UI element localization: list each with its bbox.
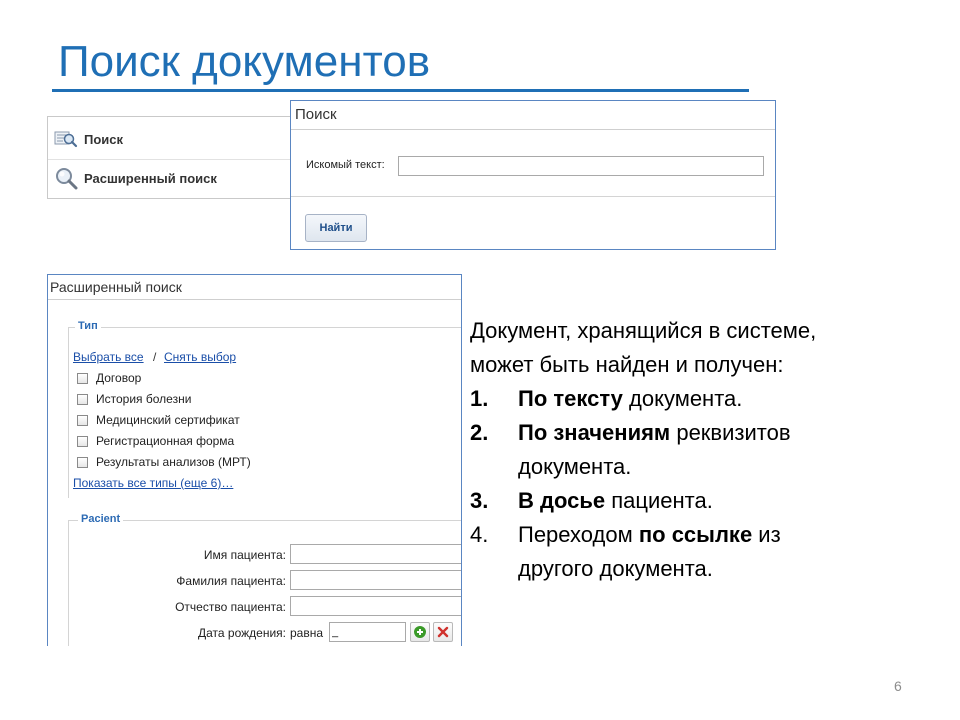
remove-date-button[interactable] <box>433 622 453 642</box>
checkbox[interactable] <box>77 414 88 426</box>
info-text: Документ, хранящийся в системе, может бы… <box>470 314 940 586</box>
search-text-label: Искомый текст: <box>306 159 385 171</box>
list-rest: из <box>752 522 781 547</box>
type-option-label: Договор <box>96 371 142 385</box>
search-text-input[interactable] <box>398 156 764 176</box>
type-option-label: Медицинский сертификат <box>96 413 240 427</box>
add-date-button[interactable] <box>410 622 430 642</box>
type-option[interactable]: История болезни <box>77 392 191 406</box>
type-option-label: История болезни <box>96 392 192 406</box>
list-number: 3. <box>470 488 489 513</box>
type-option-label: Результаты анализов (МРТ) <box>96 455 251 469</box>
last-name-label: Фамилия пациента: <box>176 574 286 588</box>
page-number: 6 <box>894 678 902 694</box>
list-continuation: документа. <box>518 454 632 479</box>
patronymic-input[interactable] <box>290 596 461 616</box>
list-item: 2. По значениям реквизитов документа. <box>470 416 940 484</box>
first-name-label: Имя пациента: <box>203 548 286 562</box>
search-document-icon <box>54 127 78 151</box>
birth-date-input[interactable] <box>329 622 406 642</box>
link-separator: / <box>153 350 157 364</box>
list-rest: пациента. <box>605 488 713 513</box>
type-option[interactable]: Договор <box>77 371 141 385</box>
type-option[interactable]: Результаты анализов (МРТ) <box>77 455 251 469</box>
list-continuation: другого документа. <box>518 556 713 581</box>
magnifier-icon <box>54 166 78 190</box>
show-all-types-link[interactable]: Показать все типы (еще 6)… <box>73 476 233 490</box>
last-name-input[interactable] <box>290 570 461 590</box>
list-item: 3. В досье пациента. <box>470 484 940 518</box>
clear-selection-link[interactable]: Снять выбор <box>164 350 236 364</box>
menu-item-search-label: Поиск <box>84 131 124 147</box>
birth-date-operator[interactable]: равна <box>290 626 323 640</box>
checkbox[interactable] <box>77 393 88 405</box>
type-option[interactable]: Регистрационная форма <box>77 434 234 448</box>
list-bold: по ссылке <box>638 522 753 547</box>
type-legend: Тип <box>75 320 101 332</box>
patronymic-label: Отчество пациента: <box>175 600 286 614</box>
patient-legend: Pacient <box>78 513 124 525</box>
menu-item-search[interactable]: Поиск <box>48 119 308 160</box>
advanced-search-panel: Расширенный поиск Тип Выбрать все / Снят… <box>47 274 462 646</box>
type-option[interactable]: Медицинский сертификат <box>77 413 240 427</box>
checkbox[interactable] <box>77 456 88 468</box>
title-underline <box>52 89 749 92</box>
list-rest: документа. <box>622 386 743 411</box>
list-rest: реквизитов <box>670 420 791 445</box>
list-number: 4. <box>470 522 489 547</box>
close-icon <box>437 626 449 638</box>
select-all-link[interactable]: Выбрать все <box>73 350 144 364</box>
first-name-input[interactable] <box>290 544 461 564</box>
search-dialog-title: Поиск <box>291 101 775 130</box>
type-option-label: Регистрационная форма <box>96 434 235 448</box>
menu-item-advanced-label: Расширенный поиск <box>84 170 217 186</box>
plus-circle-icon <box>414 626 426 638</box>
birth-date-label: Дата рождения: <box>198 626 286 640</box>
slide-title: Поиск документов <box>58 37 431 86</box>
search-menu: Поиск Расширенный поиск <box>47 116 308 199</box>
info-intro-line: может быть найден и получен: <box>470 352 784 377</box>
list-bold: В досье <box>518 488 606 513</box>
advanced-search-title: Расширенный поиск <box>48 275 461 300</box>
list-item: 4. Переходом по ссылке из другого докумен… <box>470 518 940 586</box>
divider <box>291 196 775 197</box>
checkbox[interactable] <box>77 372 88 384</box>
list-number: 2. <box>470 420 489 445</box>
menu-item-advanced-search[interactable]: Расширенный поиск <box>48 158 308 198</box>
info-intro-line: Документ, хранящийся в системе, <box>470 318 817 343</box>
list-pre: Переходом <box>518 522 639 547</box>
list-number: 1. <box>470 386 489 411</box>
checkbox[interactable] <box>77 435 88 447</box>
find-button[interactable]: Найти <box>305 214 367 242</box>
search-dialog: Поиск Искомый текст: Найти <box>290 100 776 250</box>
list-bold: По значениям <box>518 420 671 445</box>
list-bold: По тексту <box>518 386 623 411</box>
list-item: 1. По тексту документа. <box>470 382 940 416</box>
